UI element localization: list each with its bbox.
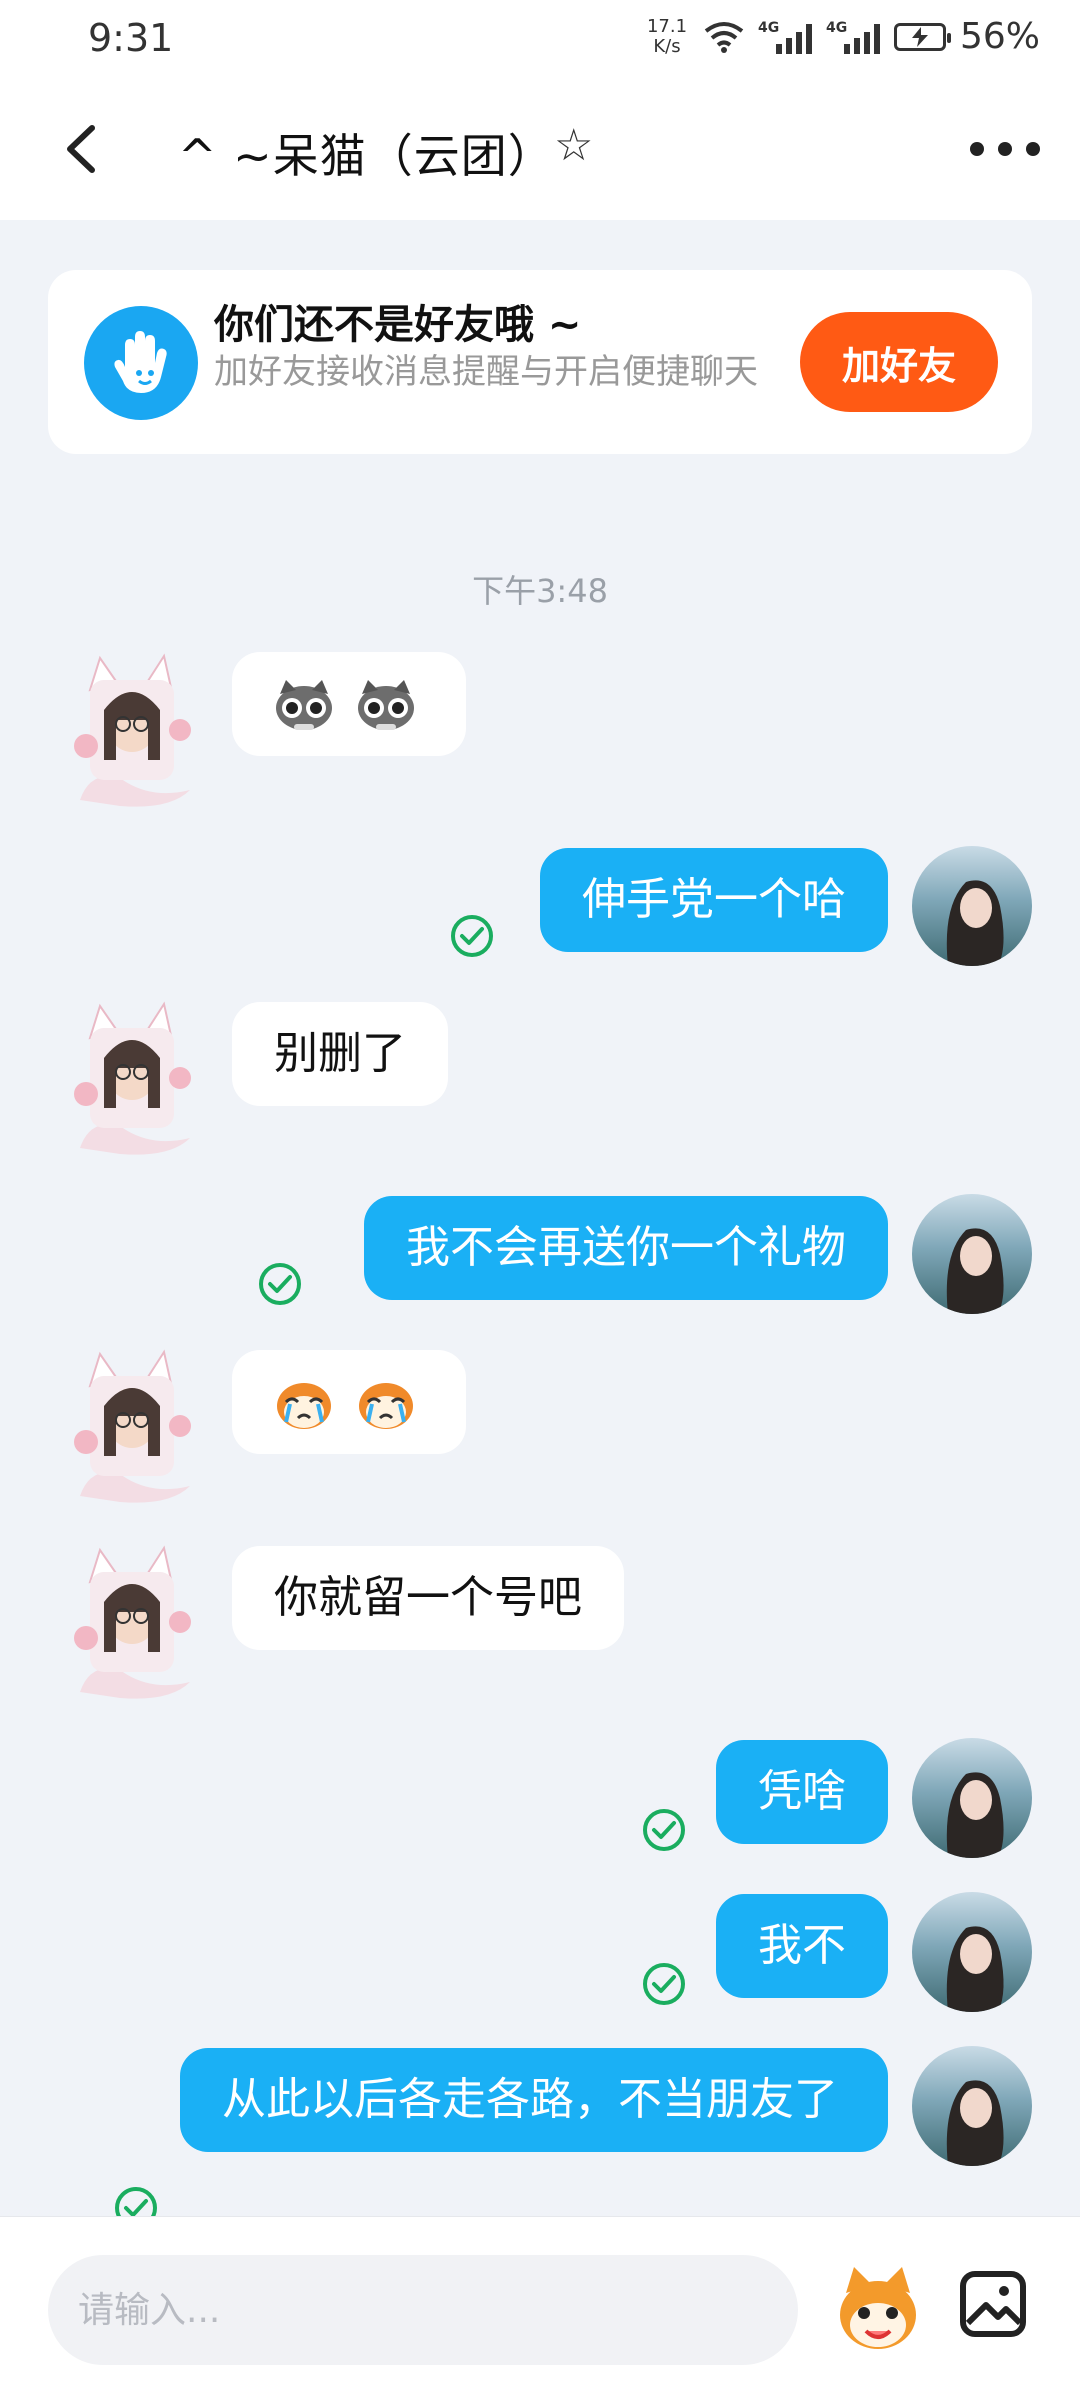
cellular-signal-1-icon: 4G	[758, 20, 812, 54]
input-bar	[0, 2216, 1080, 2400]
battery-percent: 56%	[959, 16, 1040, 57]
read-check-icon	[643, 1809, 685, 1851]
message-bubble-received[interactable]: 别删了	[232, 1002, 448, 1106]
message-bubble-sent[interactable]: 我不	[716, 1894, 888, 1998]
message-bubble-sent[interactable]: 我不会再送你一个礼物	[364, 1196, 888, 1300]
message-input[interactable]	[48, 2255, 798, 2365]
chat-title[interactable]: ^ ~呆猫（云团）	[178, 120, 555, 186]
image-icon	[960, 2271, 1026, 2337]
sticker-button[interactable]	[832, 2263, 924, 2355]
fox-mascot-icon	[840, 2267, 916, 2349]
back-button[interactable]	[50, 114, 120, 184]
message-bubble-received[interactable]: 你就留一个号吧	[232, 1546, 624, 1650]
message-bubble-sent[interactable]: 从此以后各走各路，不当朋友了	[180, 2048, 888, 2152]
cellular-signal-2-icon: 4G	[826, 20, 880, 54]
crying-face-icon	[277, 1383, 331, 1429]
network-speed: 17.1 K/s	[646, 15, 688, 57]
message-timestamp: 下午3:48	[472, 572, 608, 610]
my-avatar[interactable]	[912, 2046, 1032, 2166]
contact-avatar[interactable]	[60, 998, 200, 1158]
hand-wave-icon	[84, 306, 198, 420]
read-check-icon	[643, 1963, 685, 2005]
my-avatar[interactable]	[912, 1194, 1032, 1314]
chevron-left-icon	[67, 125, 95, 173]
chat-header: ^ ~呆猫（云团） ☆	[0, 80, 1080, 220]
my-avatar[interactable]	[912, 1892, 1032, 2012]
status-bar: 9:31 17.1 K/s 4G 4G 56%	[0, 0, 1080, 80]
add-friend-banner: 你们还不是好友哦 ~ 加好友接收消息提醒与开启便捷聊天 加好友	[48, 270, 1032, 454]
battery-icon	[893, 22, 951, 51]
status-time: 9:31	[88, 16, 174, 60]
raccoon-face-icon	[276, 680, 332, 730]
message-bubble-received[interactable]	[232, 652, 466, 756]
message-bubble-sent[interactable]: 凭啥	[716, 1740, 888, 1844]
read-check-icon	[259, 1263, 301, 1305]
wifi-icon	[704, 21, 744, 53]
star-icon[interactable]: ☆	[554, 120, 593, 171]
contact-avatar[interactable]	[60, 1542, 200, 1702]
contact-avatar[interactable]	[60, 650, 200, 810]
not-friends-subtitle: 加好友接收消息提醒与开启便捷聊天	[214, 352, 758, 392]
my-avatar[interactable]	[912, 846, 1032, 966]
read-check-icon	[451, 915, 493, 957]
message-bubble-received[interactable]	[232, 1350, 466, 1454]
contact-avatar[interactable]	[60, 1346, 200, 1506]
my-avatar[interactable]	[912, 1738, 1032, 1858]
not-friends-title: 你们还不是好友哦 ~	[214, 302, 582, 348]
add-friend-button[interactable]: 加好友	[800, 312, 998, 412]
message-bubble-sent[interactable]: 伸手党一个哈	[540, 848, 888, 952]
gallery-button[interactable]	[958, 2269, 1028, 2339]
crying-face-icon	[359, 1383, 413, 1429]
more-options-button[interactable]	[970, 124, 1040, 174]
raccoon-face-icon	[358, 680, 414, 730]
status-icons: 17.1 K/s 4G 4G 56%	[644, 16, 1040, 57]
